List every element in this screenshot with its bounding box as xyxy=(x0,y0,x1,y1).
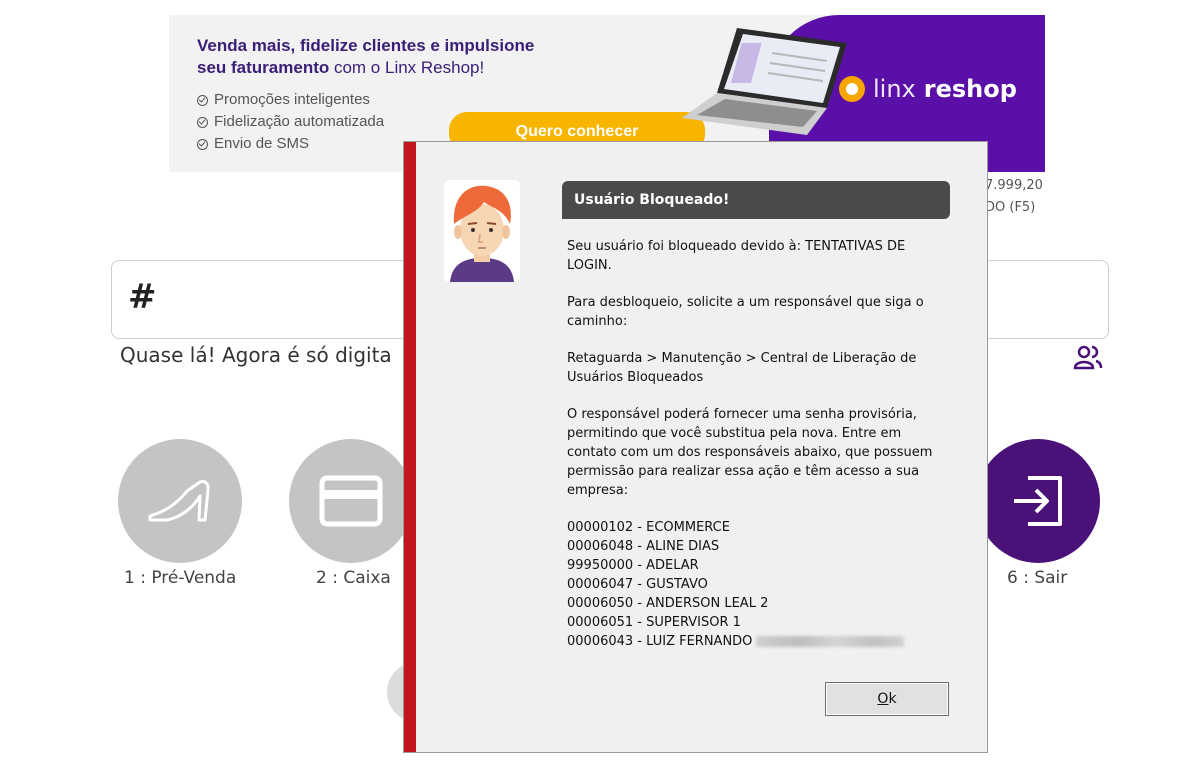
responsible-list: 00000102 - ECOMMERCE 00006048 - ALINE DI… xyxy=(567,518,947,651)
banner-headline-rest: com o Linx Reshop! xyxy=(329,58,485,77)
dialog-paragraph: O responsável poderá fornecer uma senha … xyxy=(567,407,933,498)
hint-text: Quase lá! Agora é só digita xyxy=(120,343,392,367)
banner-bullet: Promoções inteligentes xyxy=(197,89,384,111)
banner-bullet-text: Envio de SMS xyxy=(214,135,310,152)
check-circle-icon xyxy=(197,94,208,106)
list-item: 00006048 - ALINE DIAS xyxy=(567,539,720,554)
code-input-value: # xyxy=(128,277,157,317)
list-item: 00006047 - GUSTAVO xyxy=(567,577,708,592)
tile-label-caixa: 2 : Caixa xyxy=(316,568,391,588)
discount-shortcut: DO (F5) xyxy=(985,200,1036,215)
responsible-name: 00006043 - LUIZ FERNANDO xyxy=(567,634,753,649)
list-item: 00006043 - LUIZ FERNANDO xyxy=(567,632,947,651)
list-item: 00006051 - SUPERVISOR 1 xyxy=(567,615,741,630)
banner-headline-bold-2: seu faturamento xyxy=(197,58,330,77)
banner-bullet-text: Promoções inteligentes xyxy=(214,91,370,108)
banner-bullet: Envio de SMS xyxy=(197,133,384,155)
ok-button[interactable]: Ok xyxy=(825,682,949,716)
tile-caixa[interactable] xyxy=(289,439,413,563)
linx-reshop-logo: linx reshop xyxy=(839,75,1017,103)
dialog-paragraph: Para desbloqueio, solicite a um responsá… xyxy=(567,295,924,329)
banner-bullet: Fidelização automatizada xyxy=(197,111,384,133)
avatar xyxy=(444,180,520,282)
dialog-paragraph: Retaguarda > Manutenção > Central de Lib… xyxy=(567,351,917,385)
check-circle-icon xyxy=(197,116,208,128)
reshop-logo-icon xyxy=(839,76,865,102)
logo-text-reshop: reshop xyxy=(923,75,1017,103)
banner-headline-bold-1: Venda mais, fidelize clientes e impulsio… xyxy=(197,36,535,55)
laptop-illustration xyxy=(682,28,847,135)
tile-sair[interactable] xyxy=(976,439,1100,563)
dialog-message: Seu usuário foi bloqueado devido à: TENT… xyxy=(567,237,947,651)
list-item: 00000102 - ECOMMERCE xyxy=(567,520,730,535)
tile-label-sair: 6 : Sair xyxy=(1007,568,1068,588)
banner-bullet-text: Fidelização automatizada xyxy=(214,113,385,130)
check-circle-icon xyxy=(197,138,208,150)
ok-label-mnemonic: O xyxy=(877,691,889,707)
ok-label-rest: k xyxy=(888,691,897,707)
person-avatar-icon xyxy=(444,180,520,282)
banner-headline: Venda mais, fidelize clientes e impulsio… xyxy=(197,35,617,79)
card-icon xyxy=(319,475,383,527)
blocked-user-dialog: Usuário Bloqueado! Seu usuário foi bloqu… xyxy=(403,141,988,753)
dialog-title: Usuário Bloqueado! xyxy=(562,181,950,219)
tile-label-pre-venda: 1 : Pré-Venda xyxy=(124,568,237,588)
users-icon[interactable] xyxy=(1073,344,1103,370)
shoe-icon xyxy=(148,480,210,522)
redacted-surname xyxy=(756,636,905,647)
list-item: 00006050 - ANDERSON LEAL 2 xyxy=(567,596,769,611)
logo-text-linx: linx xyxy=(873,75,916,103)
total-price: 7.999,20 xyxy=(985,178,1043,193)
tile-pre-venda[interactable] xyxy=(118,439,242,563)
banner-bullets: Promoções inteligentes Fidelização autom… xyxy=(197,89,384,155)
list-item: 99950000 - ADELAR xyxy=(567,558,699,573)
dialog-paragraph: Seu usuário foi bloqueado devido à: TENT… xyxy=(567,239,906,273)
dialog-red-stripe xyxy=(404,142,416,752)
exit-icon xyxy=(1014,476,1062,526)
